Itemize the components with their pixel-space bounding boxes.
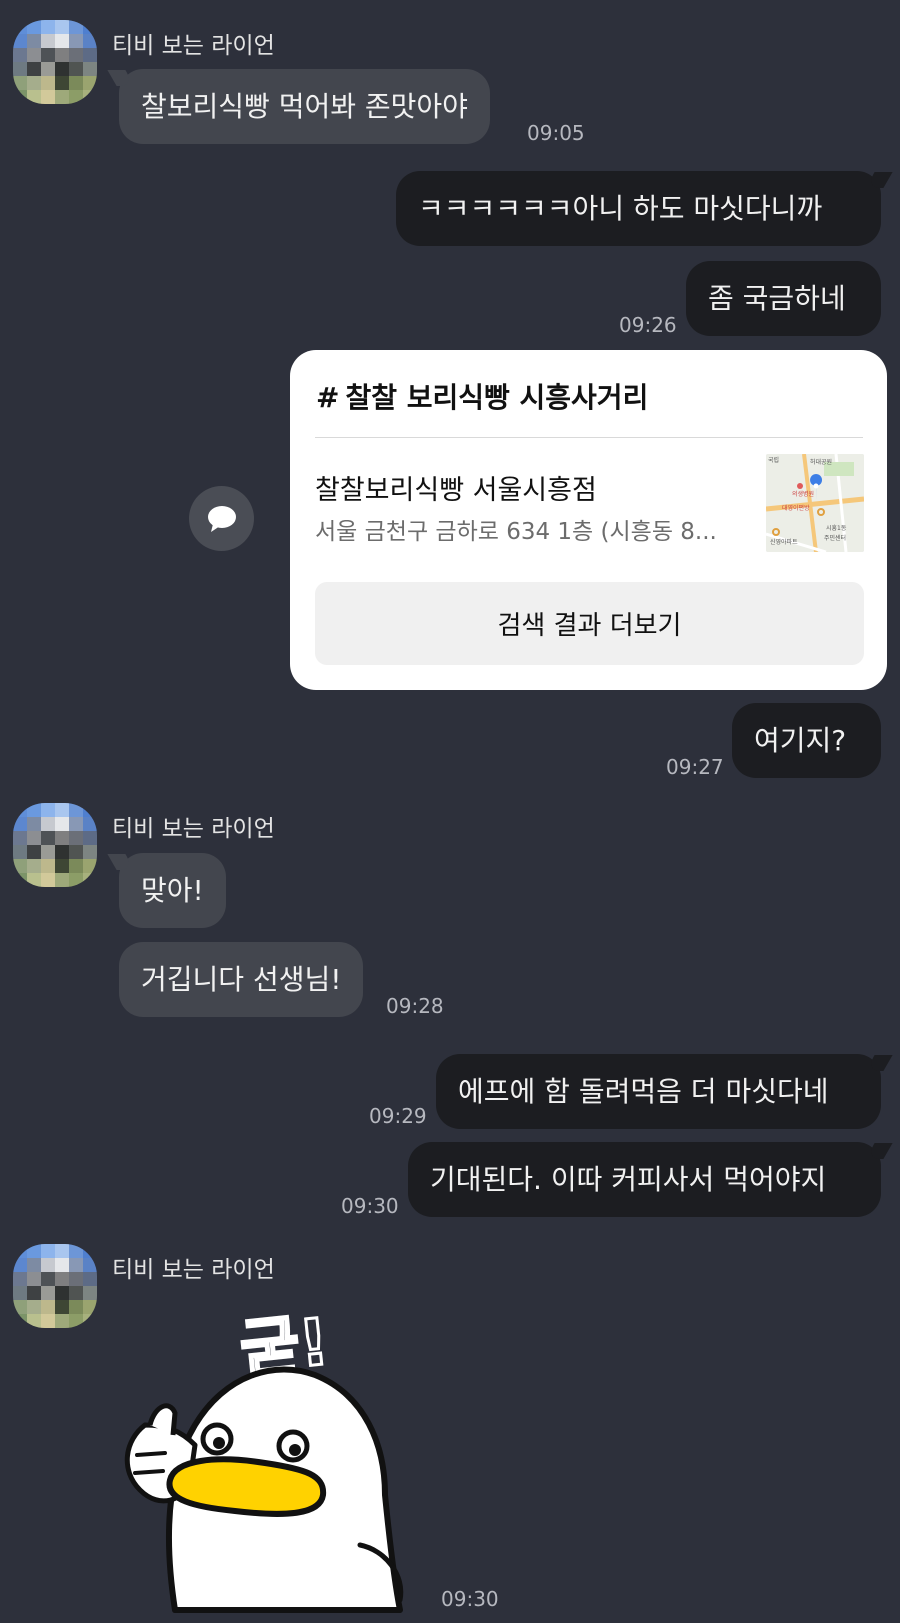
message-time: 09:30 bbox=[441, 1587, 499, 1611]
place-name[interactable]: 찰찰보리식빵 서울시흥점 bbox=[315, 468, 597, 507]
duck-sticker[interactable]: 굳! bbox=[115, 1295, 435, 1615]
duck-thumbs-up-icon bbox=[124, 1366, 404, 1613]
share-button[interactable] bbox=[189, 486, 254, 551]
map-label: 신영아파트 bbox=[770, 538, 798, 546]
card-title-text: 찰찰 보리식빵 시흥사거리 bbox=[345, 381, 649, 414]
message-bubble[interactable]: 좀 국금하네 bbox=[686, 261, 881, 336]
avatar[interactable] bbox=[13, 20, 97, 104]
message-time: 09:30 bbox=[341, 1194, 399, 1218]
map-label: 의생병원 bbox=[792, 490, 814, 498]
map-label: 허대공원 bbox=[810, 458, 832, 466]
message-bubble[interactable]: 기대된다. 이따 커피사서 먹어야지 bbox=[408, 1142, 881, 1217]
message-bubble[interactable]: 맞아! bbox=[119, 853, 226, 928]
message-text: 거깁니다 선생님! bbox=[141, 962, 342, 996]
message-text: ㅋㅋㅋㅋㅋㅋ아니 하도 마싯다니까 bbox=[418, 191, 823, 225]
message-text: 맞아! bbox=[141, 873, 204, 907]
card-title[interactable]: # 찰찰 보리식빵 시흥사거리 bbox=[316, 376, 648, 416]
map-label: 시흥1동 bbox=[826, 524, 847, 532]
message-bubble[interactable]: 여기지? bbox=[732, 703, 881, 778]
divider bbox=[315, 437, 863, 438]
message-text: 기대된다. 이따 커피사서 먹어야지 bbox=[430, 1162, 827, 1196]
message-time: 09:27 bbox=[666, 755, 724, 779]
message-text: 에프에 함 돌려먹음 더 마싯다네 bbox=[458, 1074, 829, 1108]
hash-icon: # bbox=[316, 381, 340, 414]
map-icon: 국립 허대공원 의생병원 대영이편방 시흥1동 신영아파트 주민센터 bbox=[766, 454, 864, 552]
map-thumbnail[interactable]: 국립 허대공원 의생병원 대영이편방 시흥1동 신영아파트 주민센터 bbox=[766, 454, 864, 552]
message-time: 09:26 bbox=[619, 313, 677, 337]
map-label: 국립 bbox=[768, 456, 779, 464]
map-label: 대영이편방 bbox=[782, 504, 810, 512]
message-text: 좀 국금하네 bbox=[708, 281, 846, 315]
avatar[interactable] bbox=[13, 803, 97, 887]
place-address: 서울 금천구 금하로 634 1층 (시흥동 8... bbox=[315, 519, 717, 545]
message-bubble[interactable]: ㅋㅋㅋㅋㅋㅋ아니 하도 마싯다니까 bbox=[396, 171, 881, 246]
sender-name: 티비 보는 라이언 bbox=[112, 816, 275, 842]
avatar[interactable] bbox=[13, 1244, 97, 1328]
speech-bubble-icon bbox=[207, 505, 236, 532]
map-label: 주민센터 bbox=[824, 534, 846, 542]
message-bubble[interactable]: 에프에 함 돌려먹음 더 마싯다네 bbox=[436, 1054, 881, 1129]
more-results-button[interactable]: 검색 결과 더보기 bbox=[315, 582, 864, 665]
sender-name: 티비 보는 라이언 bbox=[112, 1257, 275, 1283]
message-time: 09:29 bbox=[369, 1104, 427, 1128]
message-bubble[interactable]: 찰보리식빵 먹어봐 존맛아야 bbox=[119, 69, 490, 144]
message-time: 09:05 bbox=[527, 121, 585, 145]
sender-name: 티비 보는 라이언 bbox=[112, 33, 275, 59]
message-text: 여기지? bbox=[754, 723, 847, 757]
search-result-card[interactable]: # 찰찰 보리식빵 시흥사거리 찰찰보리식빵 서울시흥점 서울 금천구 금하로 6… bbox=[290, 350, 887, 690]
message-bubble[interactable]: 거깁니다 선생님! bbox=[119, 942, 364, 1017]
message-time: 09:28 bbox=[386, 994, 444, 1018]
message-text: 찰보리식빵 먹어봐 존맛아야 bbox=[141, 89, 468, 123]
